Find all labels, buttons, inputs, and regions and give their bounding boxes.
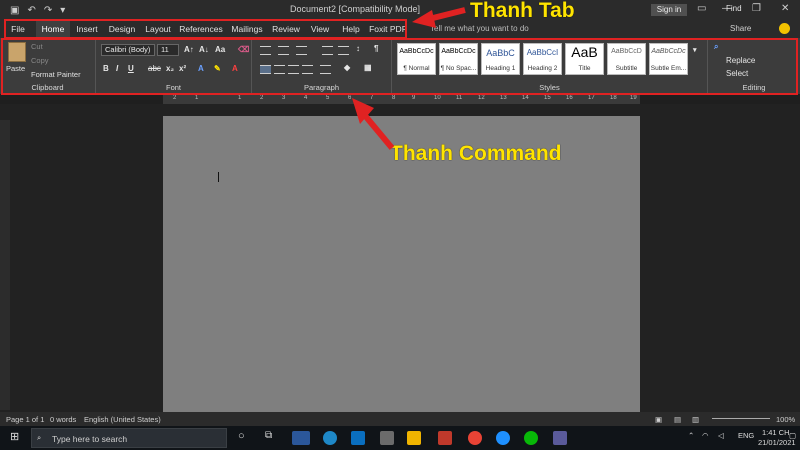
arrow-command-shaft: [359, 110, 395, 150]
annotation-arrows: [352, 7, 466, 150]
arrow-tab-head: [412, 10, 436, 28]
